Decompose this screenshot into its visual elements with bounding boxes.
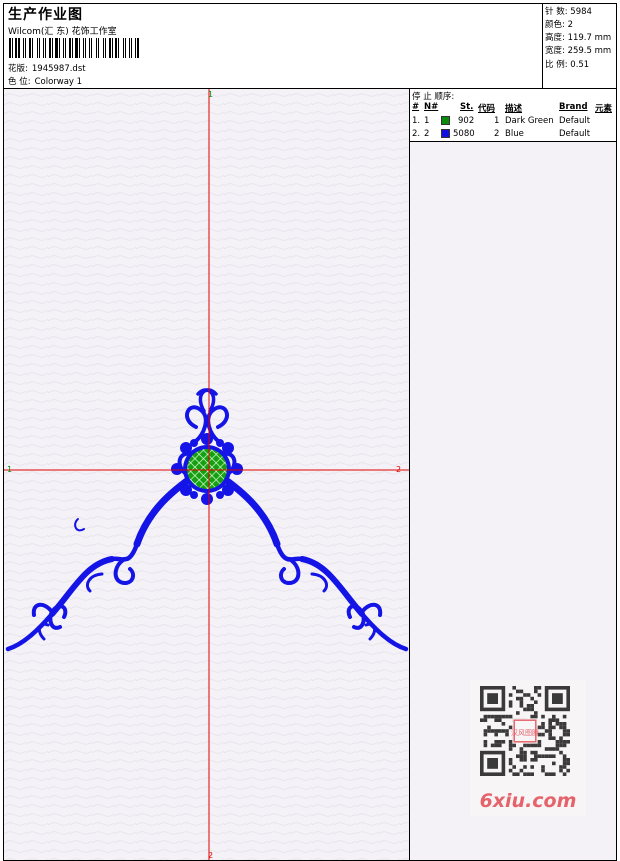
company-name: Wilcom(汇 东) 花饰工作室 <box>8 27 117 37</box>
stat-width: 宽度: 259.5 mm <box>545 46 612 56</box>
color-swatch <box>441 116 450 125</box>
stop-sequence-panel: 停 止 顺序: # N# St. 代码 描述 Brand 元素 1. 1 902… <box>409 88 617 142</box>
col-index: # <box>412 102 420 112</box>
medallion-center <box>187 449 227 489</box>
color-swatch <box>441 129 450 138</box>
design-file-line: 花版: 1945987.dst <box>8 62 86 74</box>
colorway-value: Colorway 1 <box>34 77 83 87</box>
col-brand: Brand <box>559 102 588 112</box>
embroidery-preview: 1 2 1 2 <box>4 89 409 860</box>
qr-code-icon: 汉风图腾 <box>480 686 570 776</box>
watermark-logo: 6xiu.com <box>479 790 577 812</box>
col-stitches: St. <box>460 102 474 112</box>
col-element: 元素 <box>595 104 613 114</box>
page-title: 生产作业图 <box>8 7 83 23</box>
colorway-label: 色 位: <box>8 77 31 87</box>
stat-height: 高度: 119.7 mm <box>545 33 612 43</box>
col-code: 代码 <box>478 104 496 114</box>
design-file-value: 1945987.dst <box>31 64 86 74</box>
barcode <box>9 38 143 58</box>
watermark-stamp: 汉风图腾 <box>511 728 539 737</box>
design-file-label: 花版: <box>8 64 28 74</box>
header-panel: 生产作业图 Wilcom(汇 东) 花饰工作室 花版: 1945987.dst 色… <box>3 3 617 89</box>
header-stats: 针 数: 5984 颜色: 2 高度: 119.7 mm 宽度: 259.5 m… <box>543 4 617 88</box>
col-description: 描述 <box>505 104 523 114</box>
stat-scale: 比 例: 0.51 <box>545 60 590 70</box>
stop-sequence-title: 停 止 顺序: <box>412 92 455 102</box>
axis-left-label: 1 <box>7 465 12 474</box>
axis-bottom-label: 2 <box>208 851 213 860</box>
colorway-line: 色 位: Colorway 1 <box>8 75 82 87</box>
stat-colors: 颜色: 2 <box>545 20 573 30</box>
design-canvas[interactable]: 1 2 1 2 <box>3 88 410 861</box>
stat-stitches: 针 数: 5984 <box>545 7 592 17</box>
header-left: 生产作业图 Wilcom(汇 东) 花饰工作室 花版: 1945987.dst 色… <box>4 4 543 88</box>
col-needle: N# <box>424 102 439 112</box>
axis-right-label: 2 <box>396 465 401 474</box>
axis-top-label: 1 <box>208 90 213 99</box>
